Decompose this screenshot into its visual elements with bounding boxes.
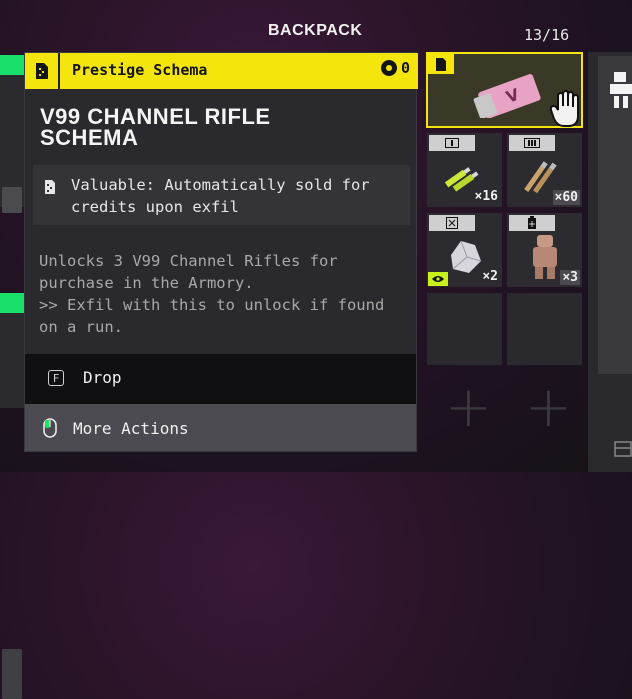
hand-cursor-icon: [550, 90, 579, 127]
valuable-type-icon: [509, 215, 555, 231]
credit-value: 0: [380, 59, 410, 77]
item-quantity: ×3: [560, 270, 580, 285]
left-panel-accent: [0, 55, 24, 75]
inventory-slot[interactable]: ×2: [427, 213, 502, 287]
backpack-title: BACKPACK: [268, 22, 363, 39]
watched-eye-icon: [428, 272, 448, 286]
crate-icon: [614, 441, 632, 457]
crystal-icon: [451, 240, 482, 273]
inventory-slot[interactable]: ×60: [507, 133, 582, 207]
schema-icon: [25, 53, 60, 89]
inventory-slot[interactable]: ×3: [507, 213, 582, 287]
figure-icon: [533, 235, 557, 279]
left-item-card[interactable]: [0, 313, 24, 699]
more-actions-label: More Actions: [73, 419, 189, 438]
locked-slot-icon: +: [445, 375, 492, 440]
material-type-icon: [429, 215, 475, 231]
ammo-type-icon: [509, 135, 555, 151]
backpack-capacity: 13/16: [524, 26, 570, 44]
item-title: V99 CHANNEL RIFLE SCHEMA: [40, 104, 271, 150]
locked-slot-icon: +: [525, 375, 572, 440]
item-tooltip: Prestige Schema 0 V99 CHANNEL RIFLE SCHE…: [24, 52, 418, 452]
valuable-text: Valuable: Automatically sold for credits…: [71, 176, 370, 216]
tooltip-header: Prestige Schema 0: [25, 53, 418, 89]
drop-action[interactable]: F Drop: [25, 354, 416, 404]
inventory-slot-empty[interactable]: [507, 293, 582, 365]
schema-card-icon: V: [473, 74, 541, 118]
left-item-card[interactable]: [0, 75, 24, 213]
drop-label: Drop: [83, 368, 122, 387]
inventory-slot[interactable]: ×16: [427, 133, 502, 207]
ammo-type-icon: [429, 135, 475, 151]
item-category: Prestige Schema: [72, 61, 208, 79]
schema-icon: [428, 54, 454, 74]
more-actions-button[interactable]: More Actions: [25, 404, 416, 451]
f-key-icon: F: [48, 370, 64, 386]
valuable-notice: Valuable: Automatically sold for credits…: [33, 165, 410, 225]
inventory-slot-selected[interactable]: V: [426, 52, 583, 128]
credit-icon: [380, 60, 397, 76]
item-quantity: ×2: [482, 269, 498, 284]
item-quantity: ×60: [552, 190, 580, 205]
item-quantity: ×16: [474, 189, 498, 204]
inventory-slot-empty[interactable]: [427, 293, 502, 365]
item-description: Unlocks 3 V99 Channel Rifles for purchas…: [39, 252, 385, 336]
schema-icon: [45, 179, 55, 198]
mouse-icon: [43, 418, 57, 442]
left-panel-accent: [0, 293, 24, 313]
equipment-icon: [610, 72, 632, 108]
